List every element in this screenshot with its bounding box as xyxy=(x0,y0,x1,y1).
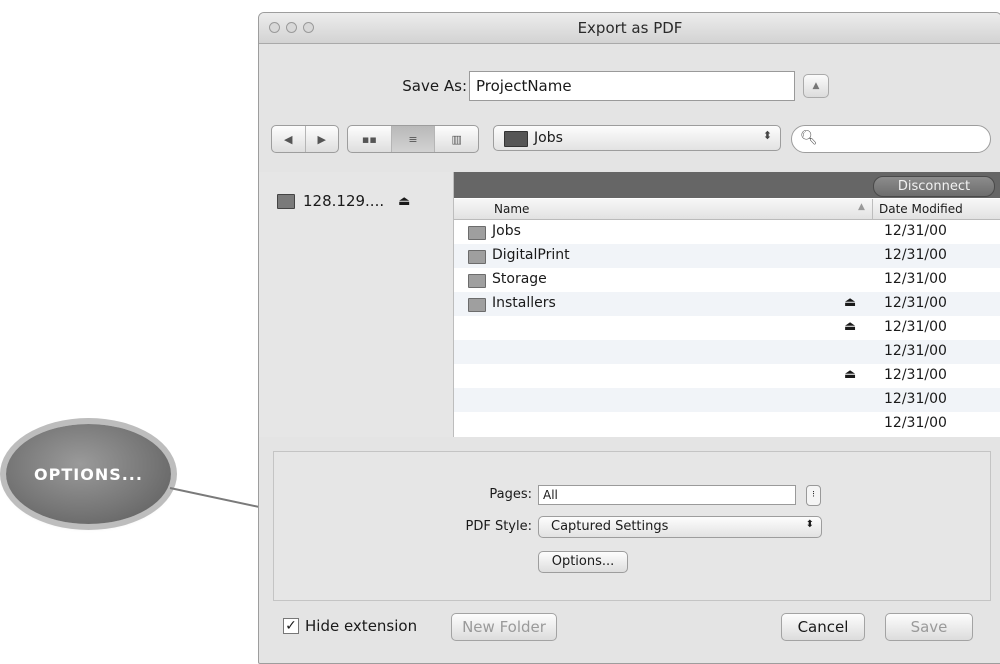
row-name: Storage xyxy=(492,271,547,287)
table-row[interactable]: Jobs 12/31/00 xyxy=(454,220,1000,244)
cancel-button[interactable]: Cancel xyxy=(781,613,865,641)
pages-label: Pages: xyxy=(489,487,532,502)
table-row[interactable]: 12/31/00 xyxy=(454,388,1000,412)
name-column-header[interactable]: Name xyxy=(494,202,529,216)
hide-extension-checkbox[interactable]: ✓ xyxy=(283,618,299,634)
window-title: Export as PDF xyxy=(577,19,683,37)
disconnect-button[interactable]: Disconnect xyxy=(873,176,995,197)
pdf-options-panel: Pages: All ⁝ PDF Style: Captured Setting… xyxy=(273,451,991,601)
sidebar: 128.129.... ⏏ xyxy=(259,172,454,437)
back-arrow-icon[interactable]: ◀ xyxy=(272,126,306,152)
list-view-icon[interactable]: ≡ xyxy=(391,126,436,152)
sidebar-item-label: 128.129.... xyxy=(303,192,385,210)
table-row[interactable]: ⏏ 12/31/00 xyxy=(454,316,1000,340)
title-bar: Export as PDF xyxy=(259,13,1000,44)
sidebar-item-server[interactable]: 128.129.... ⏏ xyxy=(277,192,410,210)
save-as-input[interactable]: ProjectName xyxy=(469,71,795,101)
pdf-style-label: PDF Style: xyxy=(465,519,533,534)
column-header: Name ▲ Date Modified xyxy=(454,199,1000,220)
pages-popup-button[interactable]: ⁝ xyxy=(806,485,821,506)
view-mode-control: ▪▪ ≡ ▥ xyxy=(347,125,479,153)
callout-label: OPTIONS... xyxy=(34,464,143,484)
column-view-icon[interactable]: ▥ xyxy=(435,126,478,152)
popup-arrows-icon: ⬍ xyxy=(805,519,814,530)
new-folder-button[interactable]: New Folder xyxy=(451,613,557,641)
location-popup[interactable]: Jobs ⬍ xyxy=(493,125,781,151)
eject-icon[interactable]: ⏏ xyxy=(398,194,410,209)
date-column-header[interactable]: Date Modified xyxy=(879,202,963,216)
row-date: 12/31/00 xyxy=(884,343,947,359)
row-name: Installers xyxy=(492,295,556,311)
row-date: 12/31/00 xyxy=(884,367,947,383)
row-date: 12/31/00 xyxy=(884,391,947,407)
row-date: 12/31/00 xyxy=(884,415,947,431)
row-date: 12/31/00 xyxy=(884,247,947,263)
eject-icon[interactable]: ⏏ xyxy=(844,367,856,382)
sort-indicator-icon: ▲ xyxy=(858,202,865,212)
expand-dialog-button[interactable]: ▲ xyxy=(803,74,829,98)
eject-icon[interactable]: ⏏ xyxy=(844,319,856,334)
table-row[interactable]: 12/31/00 xyxy=(454,340,1000,364)
hide-extension-label: Hide extension xyxy=(305,617,418,635)
search-field[interactable]: 🔍︎ xyxy=(791,125,991,153)
folder-icon xyxy=(468,274,486,288)
row-name: DigitalPrint xyxy=(492,247,570,263)
table-row[interactable]: Storage 12/31/00 xyxy=(454,268,1000,292)
folder-icon xyxy=(468,250,486,264)
pdf-style-value: Captured Settings xyxy=(551,519,669,534)
popup-arrows-icon: ⬍ xyxy=(762,129,772,142)
export-pdf-dialog: Export as PDF Save As: ProjectName ▲ ◀ ▶… xyxy=(258,12,1000,664)
options-callout: OPTIONS... xyxy=(6,424,171,524)
back-forward-control: ◀ ▶ xyxy=(271,125,339,153)
row-name: Jobs xyxy=(492,223,521,239)
folder-icon xyxy=(468,298,486,312)
row-date: 12/31/00 xyxy=(884,271,947,287)
row-date: 12/31/00 xyxy=(884,295,947,311)
row-date: 12/31/00 xyxy=(884,223,947,239)
save-button[interactable]: Save xyxy=(885,613,973,641)
search-icon: 🔍︎ xyxy=(800,130,818,146)
file-list: Disconnect Name ▲ Date Modified Jobs 12/3… xyxy=(454,172,1000,437)
table-row[interactable]: ⏏ 12/31/00 xyxy=(454,364,1000,388)
icon-view-icon[interactable]: ▪▪ xyxy=(348,126,392,152)
eject-icon[interactable]: ⏏ xyxy=(844,295,856,310)
pdf-style-popup[interactable]: Captured Settings ⬍ xyxy=(538,516,822,538)
row-date: 12/31/00 xyxy=(884,319,947,335)
options-button[interactable]: Options... xyxy=(538,551,628,573)
file-rows: Jobs 12/31/00 DigitalPrint 12/31/00 Storage 1… xyxy=(454,220,1000,436)
pages-input[interactable]: All xyxy=(538,485,796,505)
table-row[interactable]: 12/31/00 xyxy=(454,412,1000,436)
save-as-label: Save As: xyxy=(402,77,467,95)
table-row[interactable]: Installers ⏏ 12/31/00 xyxy=(454,292,1000,316)
server-monitor-icon xyxy=(277,193,295,209)
monitor-icon xyxy=(504,131,528,147)
table-row[interactable]: DigitalPrint 12/31/00 xyxy=(454,244,1000,268)
location-label: Jobs xyxy=(534,130,563,146)
server-header-bar: Disconnect xyxy=(454,172,1000,198)
folder-icon xyxy=(468,226,486,240)
forward-arrow-icon[interactable]: ▶ xyxy=(306,126,339,152)
